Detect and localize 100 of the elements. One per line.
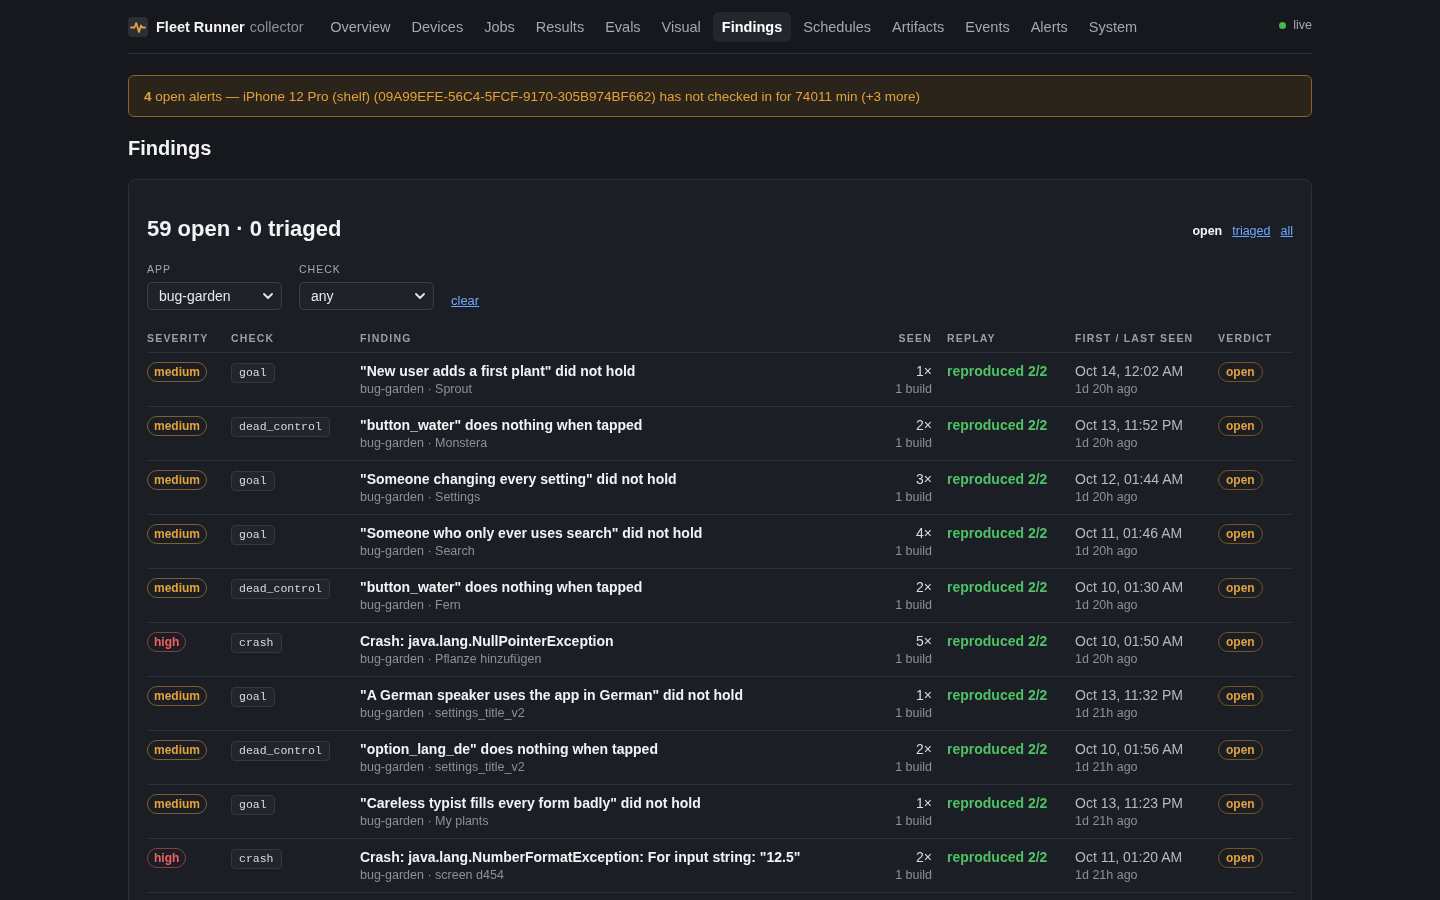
nav-tab[interactable]: Alerts <box>1022 11 1077 42</box>
seen-count: 4× <box>915 524 932 542</box>
build-count: 1 build <box>894 813 932 830</box>
replay-status: reproduced 2/2 <box>947 740 1049 758</box>
build-count: 1 build <box>894 435 932 452</box>
nav-tab[interactable]: Overview <box>321 11 400 42</box>
finding-title[interactable]: "New user adds a first plant" did not hold <box>360 362 865 380</box>
first-seen-date: Oct 11, 01:46 AM <box>1075 524 1184 542</box>
brand-subtitle: collector <box>249 18 304 35</box>
seen-count: 2× <box>915 416 932 434</box>
status-dot-icon <box>1279 21 1287 29</box>
check-tag: dead_control <box>231 741 330 761</box>
first-seen-date: Oct 13, 11:52 PM <box>1075 416 1184 434</box>
view-filter-link[interactable]: all <box>1280 224 1293 238</box>
nav-tab[interactable]: Artifacts <box>883 11 953 42</box>
finding-title[interactable]: Crash: java.lang.NumberFormatException: For input string: "12.5" <box>360 848 865 866</box>
chevron-down-icon <box>263 293 273 299</box>
build-count: 1 build <box>894 489 932 506</box>
build-count: 1 build <box>894 759 932 776</box>
last-seen-time: 1d 20h ago <box>1075 435 1139 452</box>
replay-status: reproduced 2/2 <box>947 578 1049 596</box>
check-tag: goal <box>231 525 275 545</box>
build-count: 1 build <box>894 705 932 722</box>
live-status: live <box>1293 18 1312 32</box>
replay-status: reproduced 2/2 <box>947 362 1049 380</box>
check-tag: goal <box>231 471 275 491</box>
build-count: 1 build <box>894 867 932 884</box>
seen-count: 2× <box>915 848 932 866</box>
finding-subtitle: bug-garden · Settings <box>360 489 482 506</box>
first-seen-date: Oct 11, 01:20 AM <box>1075 848 1184 866</box>
column-header: FIRST / LAST SEEN <box>1075 332 1194 344</box>
finding-subtitle: bug-garden · settings_title_v2 <box>360 705 526 722</box>
seen-count: 2× <box>915 578 932 596</box>
check-tag: dead_control <box>231 579 330 599</box>
last-seen-time: 1d 21h ago <box>1075 705 1139 722</box>
replay-status: reproduced 2/2 <box>947 416 1049 434</box>
nav-tab[interactable]: Schedules <box>794 11 880 42</box>
nav-tab[interactable]: Results <box>527 11 593 42</box>
replay-status: reproduced 2/2 <box>947 524 1049 542</box>
first-seen-date: Oct 10, 01:50 AM <box>1075 632 1185 650</box>
replay-status: reproduced 2/2 <box>947 848 1049 866</box>
seen-count: 2× <box>915 740 932 758</box>
chevron-down-icon <box>415 293 425 299</box>
nav-tab[interactable]: Findings <box>713 11 791 42</box>
filter-select[interactable]: bug-garden <box>147 282 282 310</box>
first-seen-date: Oct 12, 01:44 AM <box>1075 470 1185 488</box>
finding-title[interactable]: Crash: java.lang.NullPointerException <box>360 632 865 650</box>
nav-tab[interactable]: Evals <box>596 11 650 42</box>
finding-subtitle: bug-garden · screen d454 <box>360 867 505 884</box>
filter-label: APP <box>147 262 172 276</box>
view-filter-link[interactable]: triaged <box>1232 224 1271 238</box>
brand-name: Fleet Runner <box>156 18 245 35</box>
replay-status: reproduced 2/2 <box>947 470 1049 488</box>
finding-title[interactable]: "Someone who only ever uses search" did not hold <box>360 524 865 542</box>
filter-select[interactable]: any <box>299 282 434 310</box>
nav-tab[interactable]: Events <box>956 11 1019 42</box>
finding-title[interactable]: "Careless typist fills every form badly" did not hold <box>360 794 865 812</box>
seen-count: 1× <box>915 686 932 704</box>
view-filter-link[interactable]: open <box>1192 224 1223 238</box>
seen-count: 1× <box>915 794 932 812</box>
replay-status: reproduced 2/2 <box>947 686 1049 704</box>
first-seen-date: Oct 13, 11:32 PM <box>1075 686 1184 704</box>
finding-subtitle: bug-garden · Sprout <box>360 381 473 398</box>
check-tag: crash <box>231 849 282 869</box>
seen-count: 1× <box>915 362 932 380</box>
clear-link[interactable]: clear <box>451 293 480 308</box>
finding-subtitle: bug-garden · settings_title_v2 <box>360 759 526 776</box>
nav-tab[interactable]: Devices <box>403 11 472 42</box>
last-seen-time: 1d 20h ago <box>1075 543 1139 560</box>
check-tag: dead_control <box>231 417 330 437</box>
first-seen-date: Oct 10, 01:30 AM <box>1075 578 1185 596</box>
build-count: 1 build <box>894 543 932 560</box>
finding-title[interactable]: "Someone changing every setting" did not hold <box>360 470 865 488</box>
check-tag: crash <box>231 633 282 653</box>
build-count: 1 build <box>894 597 932 614</box>
column-header: VERDICT <box>1218 332 1273 344</box>
finding-subtitle: bug-garden · Search <box>360 543 476 560</box>
alert-banner: 4 open alerts — iPhone 12 Pro (shelf) (09A99EFE-56C4-5FCF-9170-305B974BF662) has not checked in for 74011 min (+3 more) <box>128 75 1312 117</box>
last-seen-time: 1d 21h ago <box>1075 759 1139 776</box>
finding-title[interactable]: "button_water" does nothing when tapped <box>360 416 865 434</box>
column-header: SEVERITY <box>147 332 209 344</box>
finding-subtitle: bug-garden · My plants <box>360 813 490 830</box>
finding-title[interactable]: "option_lang_de" does nothing when tapped <box>360 740 865 758</box>
finding-title[interactable]: "A German speaker uses the app in German" did not hold <box>360 686 865 704</box>
column-header: FINDING <box>360 332 412 344</box>
last-seen-time: 1d 21h ago <box>1075 813 1139 830</box>
seen-count: 5× <box>915 632 932 650</box>
finding-title[interactable]: "button_water" does nothing when tapped <box>360 578 865 596</box>
column-header: SEEN <box>898 332 932 344</box>
first-seen-date: Oct 13, 11:23 PM <box>1075 794 1184 812</box>
check-tag: goal <box>231 687 275 707</box>
last-seen-time: 1d 20h ago <box>1075 651 1139 668</box>
seen-count: 3× <box>915 470 932 488</box>
page-title: Findings <box>128 136 213 160</box>
pulse-logo-icon <box>128 16 148 37</box>
replay-status: reproduced 2/2 <box>947 794 1049 812</box>
nav-tab[interactable]: Visual <box>653 11 710 42</box>
nav-tab[interactable]: System <box>1080 11 1146 42</box>
finding-subtitle: bug-garden · Monstera <box>360 435 489 452</box>
nav-tab[interactable]: Jobs <box>475 11 524 42</box>
